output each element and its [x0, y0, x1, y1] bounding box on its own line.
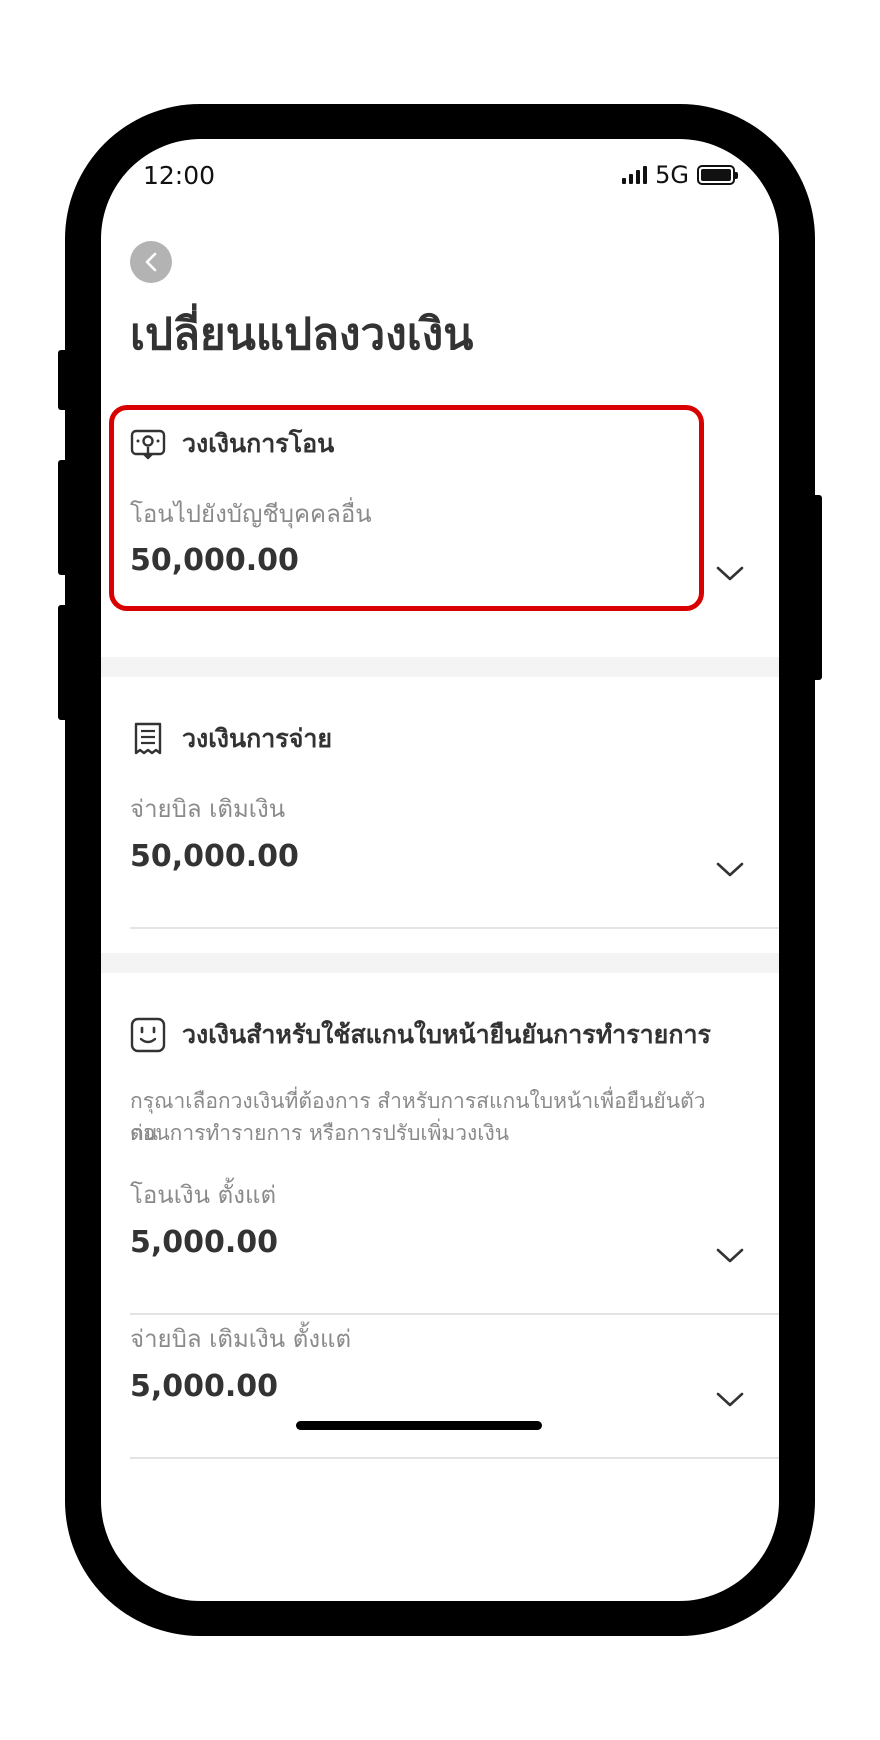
divider: [130, 1457, 779, 1459]
face-scan-payment-value[interactable]: 5,000.00: [130, 1369, 278, 1404]
receipt-icon: [130, 721, 166, 757]
section-separator: [101, 657, 779, 677]
face-scan-icon: [130, 1017, 166, 1053]
divider: [130, 927, 779, 929]
chevron-left-icon: [145, 252, 157, 272]
home-indicator[interactable]: [296, 1421, 542, 1430]
face-scan-section-title: วงเงินสำหรับใช้สแกนใบหน้ายืนยันการทำรายก…: [182, 1020, 711, 1049]
back-button[interactable]: [130, 241, 172, 283]
face-scan-section-header: วงเงินสำหรับใช้สแกนใบหน้ายืนยันการทำรายก…: [130, 1015, 711, 1055]
face-scan-description-line2: ก่อนการทำรายการ หรือการปรับเพิ่มวงเงิน: [130, 1121, 510, 1145]
signal-icon: [622, 166, 648, 184]
payment-limit-value[interactable]: 50,000.00: [130, 839, 299, 874]
status-indicators: 5G: [622, 161, 738, 189]
phone-screen: 12:00 5G เปลี่ยนแปลงวงเงิน วงเงินการโอน …: [101, 139, 779, 1601]
network-label: 5G: [655, 161, 689, 189]
payment-section-title: วงเงินการจ่าย: [182, 724, 333, 753]
transfer-limit-value[interactable]: 50,000.00: [130, 543, 299, 578]
transfer-money-icon: [130, 426, 166, 462]
page-title: เปลี่ยนแปลงวงเงิน: [130, 309, 474, 360]
face-scan-transfer-value[interactable]: 5,000.00: [130, 1225, 278, 1260]
chevron-down-icon[interactable]: [715, 1245, 745, 1265]
face-scan-transfer-label: โอนเงิน ตั้งแต่: [130, 1181, 277, 1209]
chevron-down-icon[interactable]: [715, 1389, 745, 1409]
payment-section-header: วงเงินการจ่าย: [130, 719, 332, 759]
payment-field-label: จ่ายบิล เติมเงิน: [130, 795, 286, 823]
face-scan-payment-label: จ่ายบิล เติมเงิน ตั้งแต่: [130, 1325, 352, 1353]
chevron-down-icon[interactable]: [715, 563, 745, 583]
transfer-section-header: วงเงินการโอน: [130, 424, 334, 464]
divider: [130, 1313, 779, 1315]
battery-icon: [697, 165, 738, 185]
transfer-field-label: โอนไปยังบัญชีบุคคลอื่น: [130, 500, 372, 528]
transfer-section-title: วงเงินการโอน: [182, 429, 335, 458]
section-separator: [101, 953, 779, 973]
chevron-down-icon[interactable]: [715, 859, 745, 879]
status-time: 12:00: [143, 161, 216, 190]
